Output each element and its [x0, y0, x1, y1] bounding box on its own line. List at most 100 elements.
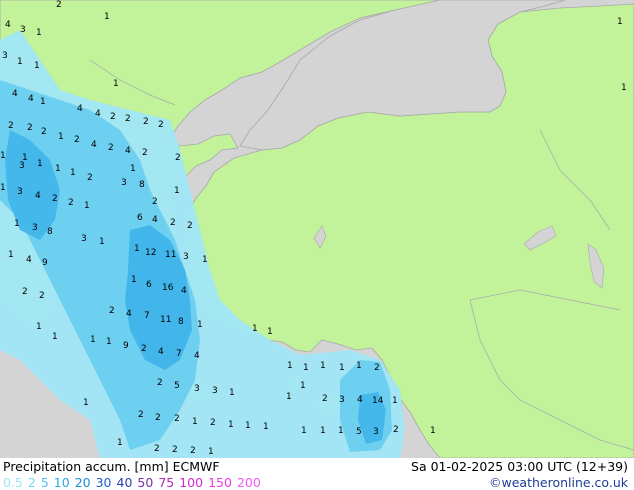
precip-value-label: 4	[158, 347, 164, 357]
precip-value-label: 2	[154, 444, 160, 454]
precip-value-label: 1	[17, 57, 23, 67]
precip-value-label: 1	[202, 255, 208, 265]
legend-item: 30	[95, 475, 112, 490]
precip-value-label: 4	[125, 146, 131, 156]
legend-item: 20	[74, 475, 91, 490]
precip-value-label: 4	[126, 309, 132, 319]
precip-value-label: 1	[0, 151, 6, 161]
precip-value-label: 1	[287, 361, 293, 371]
map-widget: 2143113111144144222222212424211231112138…	[0, 0, 634, 490]
precip-value-label: 8	[139, 180, 145, 190]
precip-value-label: 1	[106, 337, 112, 347]
precip-value-label: 2	[143, 117, 149, 127]
precip-value-label: 2	[374, 363, 380, 373]
precip-value-label: 1	[338, 426, 344, 436]
precip-value-label: 2	[322, 394, 328, 404]
precip-value-label: 2	[41, 127, 47, 137]
precip-value-label: 3	[194, 384, 200, 394]
precip-value-label: 1	[228, 420, 234, 430]
precip-value-label: 2	[158, 120, 164, 130]
precip-value-label: 2	[125, 114, 131, 124]
credit-link[interactable]: ©weatheronline.co.uk	[489, 475, 628, 490]
precip-value-label: 2	[187, 221, 193, 231]
precip-value-label: 1	[34, 61, 40, 71]
precip-value-label: 1	[104, 12, 110, 22]
precip-value-label: 2	[393, 425, 399, 435]
precip-value-label: 3	[2, 51, 8, 61]
precip-value-label: 2	[108, 143, 114, 153]
precip-value-label: 1	[0, 183, 6, 193]
precip-value-label: 4	[194, 351, 200, 361]
precip-value-label: 1	[300, 381, 306, 391]
precip-value-label: 1	[36, 28, 42, 38]
precip-value-label: 2	[52, 194, 58, 204]
precip-value-label: 4	[357, 395, 363, 405]
precip-value-label: 11	[160, 315, 171, 325]
precip-value-label: 7	[144, 311, 150, 321]
precip-value-label: 4	[91, 140, 97, 150]
precip-value-label: 2	[174, 414, 180, 424]
precip-value-label: 2	[56, 0, 62, 10]
precip-value-label: 12	[145, 248, 156, 258]
legend-item: 75	[158, 475, 175, 490]
precip-value-label: 2	[210, 418, 216, 428]
precip-value-label: 1	[430, 426, 436, 436]
precip-value-label: 5	[174, 381, 180, 391]
precip-value-label: 1	[52, 332, 58, 342]
precip-value-label: 1	[130, 164, 136, 174]
precip-value-label: 2	[172, 445, 178, 455]
precip-value-label: 2	[8, 121, 14, 131]
precip-value-label: 3	[183, 252, 189, 262]
precip-value-label: 2	[74, 135, 80, 145]
precip-value-label: 8	[47, 227, 53, 237]
precip-value-label: 1	[229, 388, 235, 398]
precip-value-label: 16	[162, 283, 174, 293]
map-footer: Precipitation accum. [mm] ECMWF Sa 01-02…	[0, 458, 634, 490]
legend-item: 50	[137, 475, 154, 490]
precip-value-label: 1	[267, 327, 273, 337]
legend-item: 200	[236, 475, 261, 490]
precip-value-label: 3	[373, 427, 379, 437]
precip-value-label: 1	[113, 79, 119, 89]
precip-value-label: 1	[320, 426, 326, 436]
precip-value-label: 3	[17, 187, 23, 197]
precip-value-label: 1	[192, 417, 198, 427]
precip-value-label: 11	[165, 250, 176, 260]
precip-value-label: 1	[14, 219, 20, 229]
legend-item: 40	[116, 475, 133, 490]
precip-value-label: 4	[28, 94, 34, 104]
precip-value-label: 3	[212, 386, 218, 396]
forecast-datetime: Sa 01-02-2025 03:00 UTC (12+39)	[411, 459, 628, 474]
precip-value-label: 2	[109, 306, 115, 316]
precip-value-label: 2	[87, 173, 93, 183]
precip-value-label: 1	[617, 17, 623, 27]
precip-value-label: 2	[22, 287, 28, 297]
precip-value-label: 3	[20, 25, 26, 35]
precip-value-label: 5	[356, 427, 362, 437]
precip-value-label: 2	[138, 410, 144, 420]
precip-value-label: 3	[121, 178, 127, 188]
precip-value-label: 1	[174, 186, 180, 196]
precip-value-label: 4	[35, 191, 41, 201]
legend-item: 0.5	[3, 475, 23, 490]
precip-value-label: 2	[68, 198, 74, 208]
precip-value-label: 1	[197, 320, 203, 330]
precip-value-label: 4	[26, 255, 32, 265]
precip-value-label: 3	[19, 161, 25, 171]
precip-value-label: 1	[320, 361, 326, 371]
precip-value-label: 2	[190, 446, 196, 456]
precip-value-label: 1	[263, 422, 269, 432]
precip-value-label: 1	[339, 363, 345, 373]
precip-legend: 0.5 2 5 10 20 30 40 50 75 100 150 200	[3, 475, 266, 490]
precip-value-label: 1	[37, 159, 43, 169]
precip-value-label: 1	[392, 396, 398, 406]
precip-value-label: 1	[621, 83, 627, 93]
precip-value-label: 1	[99, 237, 105, 247]
precip-value-label: 2	[142, 148, 148, 158]
precip-value-label: 1	[301, 426, 307, 436]
precip-value-label: 6	[137, 213, 143, 223]
precip-value-label: 7	[176, 349, 182, 359]
legend-item: 150	[208, 475, 232, 490]
precip-value-label: 4	[181, 286, 187, 296]
precip-value-label: 1	[208, 447, 214, 457]
